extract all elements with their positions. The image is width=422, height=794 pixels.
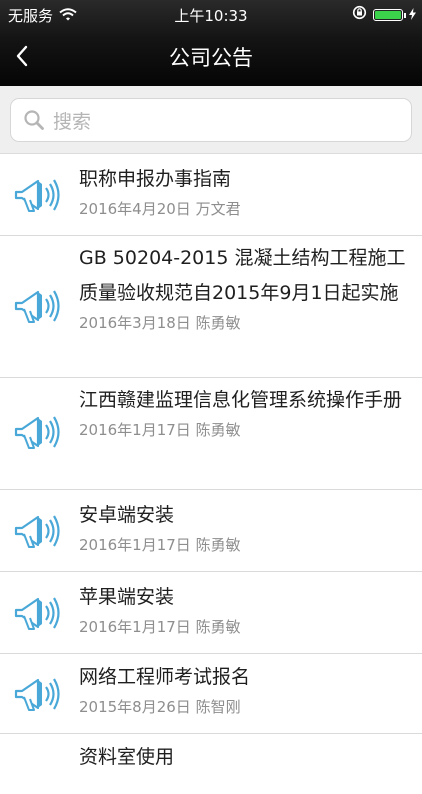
notice-text: 职称申报办事指南 2016年4月20日 万文君 <box>79 162 410 219</box>
nav-bar: 公司公告 <box>0 28 422 86</box>
notice-title: 资料室使用 <box>79 746 175 768</box>
megaphone-icon <box>14 290 60 323</box>
search-input[interactable]: 搜索 <box>10 98 412 142</box>
top-bar: 无服务 上午10:33 公司公告 <box>0 0 422 86</box>
page-title: 公司公告 <box>169 46 253 70</box>
notice-item[interactable]: 职称申报办事指南 2016年4月20日 万文君 <box>0 154 422 236</box>
notice-item[interactable]: 资料室使用 <box>0 734 422 794</box>
notice-meta: 2016年1月17日 陈勇敏 <box>79 535 410 555</box>
rotation-lock-icon <box>352 5 367 24</box>
battery-tip <box>404 12 406 18</box>
battery-fill <box>375 10 401 19</box>
notice-item[interactable]: 江西赣建监理信息化管理系统操作手册 2016年1月17日 陈勇敏 <box>0 378 422 490</box>
megaphone-icon <box>14 515 60 548</box>
status-bar: 无服务 上午10:33 <box>0 0 422 28</box>
notice-text: 网络工程师考试报名 2015年8月26日 陈智刚 <box>79 660 410 717</box>
notice-item[interactable]: 苹果端安装 2016年1月17日 陈勇敏 <box>0 572 422 654</box>
notice-meta: 2016年3月18日 陈勇敏 <box>79 313 410 333</box>
notice-text: 资料室使用 <box>79 740 410 775</box>
notice-date: 2016年4月20日 <box>79 200 191 218</box>
notice-item[interactable]: 网络工程师考试报名 2015年8月26日 陈智刚 <box>0 654 422 734</box>
notice-author: 陈勇敏 <box>195 421 241 439</box>
notice-author: 万文君 <box>195 200 241 218</box>
notice-date: 2016年1月17日 <box>79 618 191 636</box>
notice-meta: 2016年1月17日 陈勇敏 <box>79 617 410 637</box>
notice-title: GB 50204-2015 混凝土结构工程施工质量验收规范自2015年9月1日起… <box>79 247 406 304</box>
search-bar: 搜索 <box>0 86 422 154</box>
notice-title: 网络工程师考试报名 <box>79 666 251 688</box>
notice-author: 陈智刚 <box>195 698 241 716</box>
battery-icon <box>373 8 406 21</box>
megaphone-icon <box>14 416 60 449</box>
status-right <box>352 5 416 24</box>
megaphone-icon <box>14 597 60 630</box>
notice-text: 安卓端安装 2016年1月17日 陈勇敏 <box>79 498 410 555</box>
notice-item[interactable]: GB 50204-2015 混凝土结构工程施工质量验收规范自2015年9月1日起… <box>0 236 422 378</box>
notice-list: 职称申报办事指南 2016年4月20日 万文君 GB 50204-2015 混凝… <box>0 154 422 794</box>
megaphone-icon <box>14 179 60 212</box>
notice-meta: 2016年4月20日 万文君 <box>79 199 410 219</box>
notice-meta: 2016年1月17日 陈勇敏 <box>79 420 410 440</box>
notice-title: 苹果端安装 <box>79 586 175 608</box>
notice-date: 2015年8月26日 <box>79 698 191 716</box>
charging-icon <box>409 6 416 24</box>
notice-text: GB 50204-2015 混凝土结构工程施工质量验收规范自2015年9月1日起… <box>79 241 410 333</box>
notice-author: 陈勇敏 <box>195 618 241 636</box>
search-placeholder: 搜索 <box>53 110 92 133</box>
notice-text: 江西赣建监理信息化管理系统操作手册 2016年1月17日 陈勇敏 <box>79 383 410 440</box>
notice-title: 江西赣建监理信息化管理系统操作手册 <box>79 389 403 411</box>
megaphone-icon <box>14 678 60 711</box>
notice-item[interactable]: 安卓端安装 2016年1月17日 陈勇敏 <box>0 490 422 572</box>
notice-author: 陈勇敏 <box>195 314 241 332</box>
notice-title: 职称申报办事指南 <box>79 168 232 190</box>
notice-author: 陈勇敏 <box>195 536 241 554</box>
notice-text: 苹果端安装 2016年1月17日 陈勇敏 <box>79 580 410 637</box>
search-icon <box>24 110 44 130</box>
notice-date: 2016年3月18日 <box>79 314 191 332</box>
notice-date: 2016年1月17日 <box>79 421 191 439</box>
notice-title: 安卓端安装 <box>79 504 175 526</box>
notice-date: 2016年1月17日 <box>79 536 191 554</box>
notice-meta: 2015年8月26日 陈智刚 <box>79 697 410 717</box>
